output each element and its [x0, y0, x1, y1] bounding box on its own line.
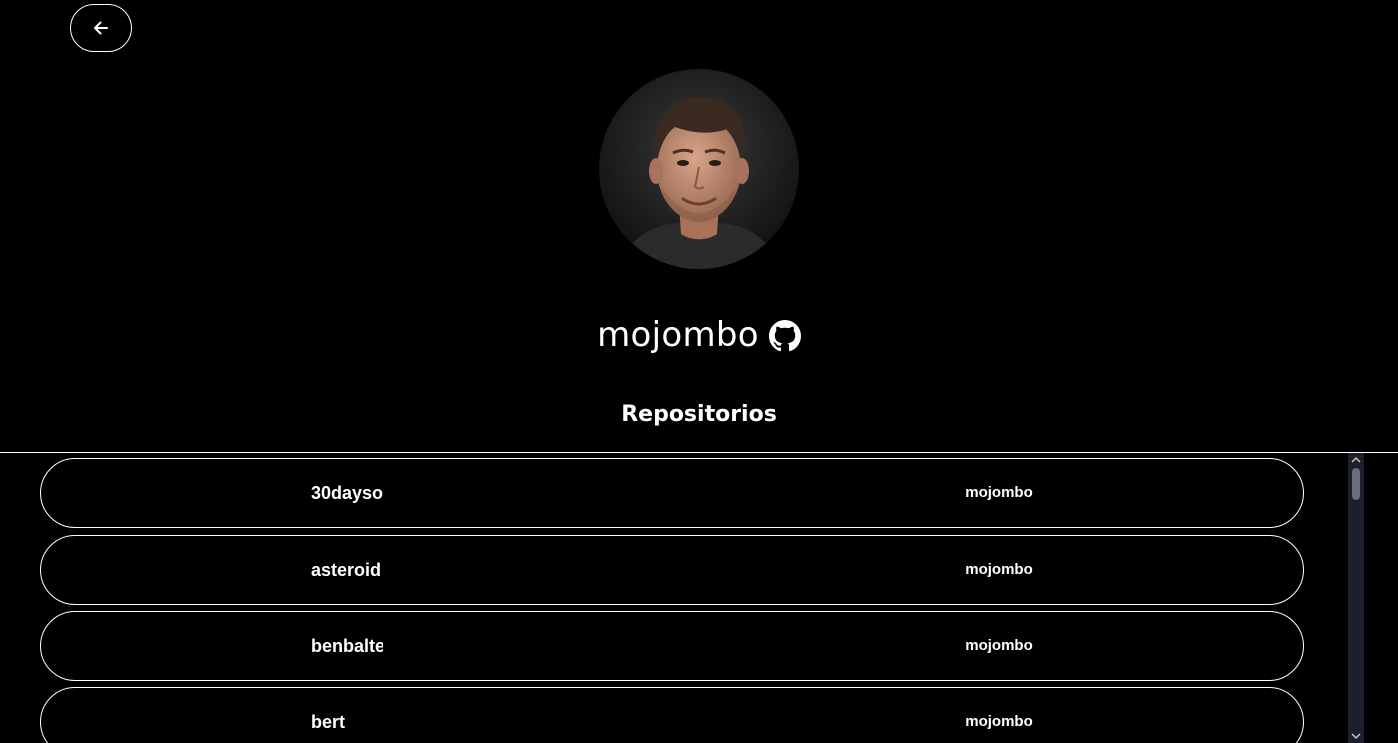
avatar-image [599, 69, 799, 269]
repository-owner: mojombo [965, 637, 1033, 654]
repository-name: 30dayso [311, 483, 383, 503]
repository-item[interactable]: bert mojombo [40, 687, 1304, 743]
repository-owner: mojombo [965, 713, 1033, 730]
repositories-title: Repositorios [621, 402, 777, 427]
repository-owner: mojombo [965, 561, 1033, 578]
github-icon[interactable] [768, 320, 801, 352]
scroll-down-arrow-icon[interactable] [1348, 729, 1364, 743]
repository-item[interactable]: 30dayso mojombo [40, 458, 1304, 528]
back-button[interactable] [70, 4, 132, 52]
profile-header: mojombo [0, 308, 1398, 362]
scrollbar-thumb[interactable] [1352, 468, 1360, 500]
repository-name: bert [311, 712, 346, 732]
avatar [599, 69, 799, 269]
repository-owner: mojombo [965, 484, 1033, 501]
scroll-up-arrow-icon[interactable] [1348, 453, 1364, 467]
repository-name: asteroid [311, 560, 382, 580]
profile-page: mojombo Repositorios 30dayso mojombo ast… [0, 0, 1398, 743]
repository-item[interactable]: asteroid mojombo [40, 535, 1304, 605]
repository-list: 30dayso mojombo asteroid mojombo benbalt… [0, 453, 1348, 743]
arrow-left-icon [94, 21, 108, 35]
username: mojombo [597, 315, 759, 355]
repository-name: benbalte [311, 636, 383, 656]
scrollbar[interactable] [1348, 453, 1364, 743]
repository-item[interactable]: benbalte mojombo [40, 611, 1304, 681]
